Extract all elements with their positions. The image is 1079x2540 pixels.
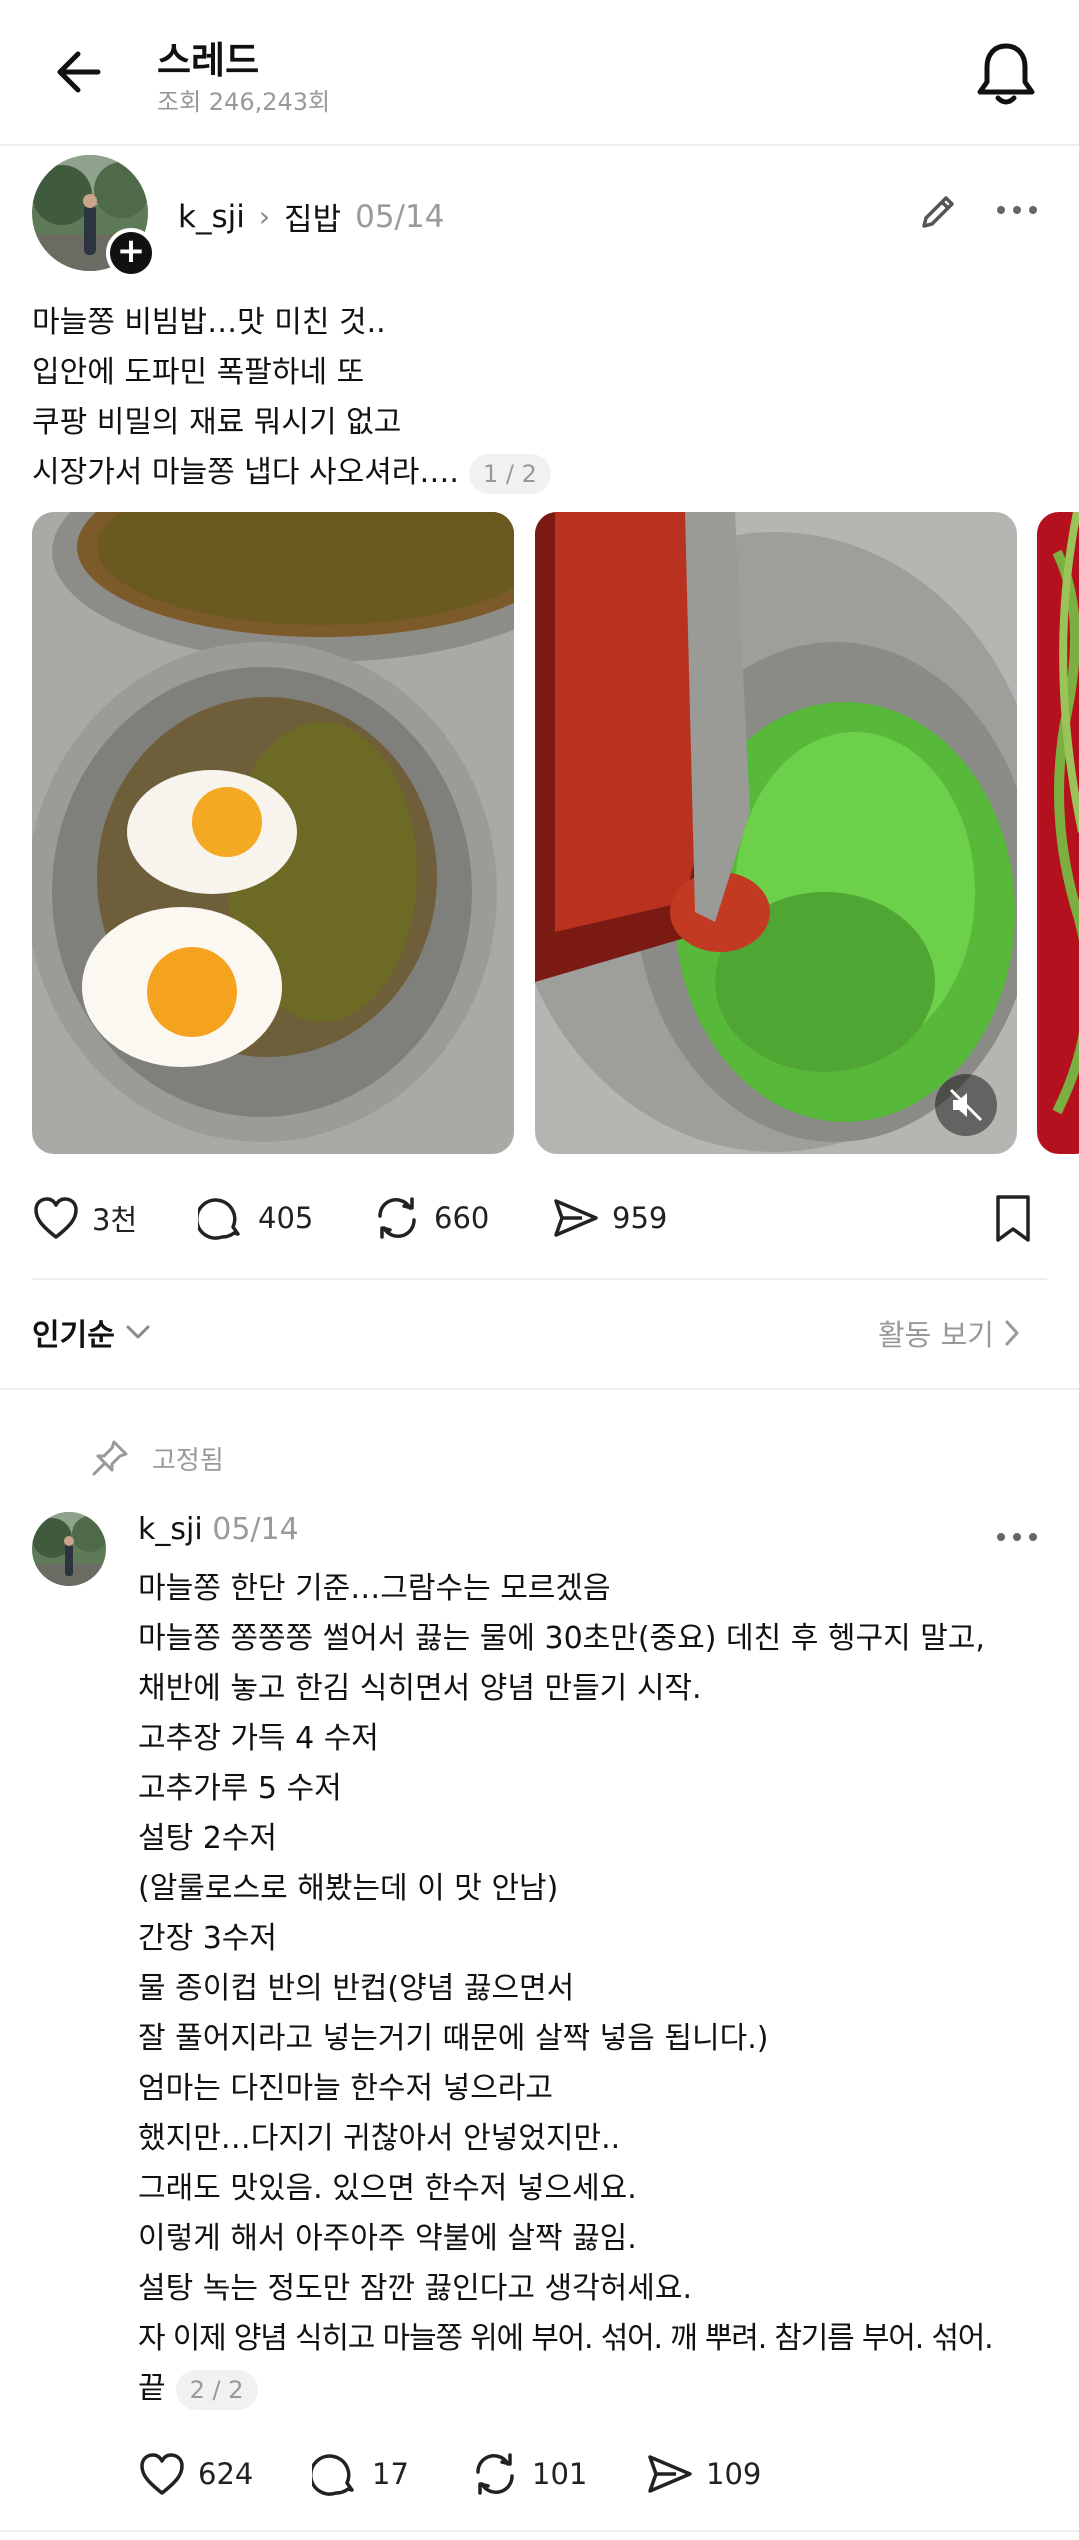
post-line: 시장가서 마늘쫑 냅다 사오셔라…. 1 / 2 [32,448,1052,498]
topic-tag[interactable]: 집밥 [284,194,341,239]
speech-bubble-icon [312,2454,354,2496]
activity-label: 활동 보기 [878,1318,994,1352]
post-body: 마늘쫑 비빔밥…맛 미친 것.. 입안에 도파민 폭팔하네 또 쿠팡 비밀의 재… [32,298,1052,498]
share-count: 959 [612,1201,668,1235]
back-arrow-icon[interactable] [52,44,108,100]
comment-line: 엄마는 다진마늘 한수저 넣으라고 [138,2071,554,2106]
comment-line: (알룰로스로 해봤는데 이 맛 안남) [138,1871,559,1906]
pin-icon [92,1440,128,1476]
bell-icon[interactable] [974,40,1038,108]
comment-line: 자 이제 양념 식히고 마늘쫑 위에 부어. 섞어. 깨 뿌려. 참기름 부어.… [138,2321,994,2356]
reply-button[interactable]: 17 [312,2446,409,2502]
pencil-icon[interactable] [916,190,960,234]
repost-icon [476,2453,514,2495]
send-icon [554,1199,598,1237]
post-video-2[interactable] [535,512,1017,1154]
send-icon [648,2455,692,2493]
page-indicator: 1 / 2 [468,453,551,494]
like-count: 624 [198,2457,254,2491]
more-options-icon[interactable] [995,195,1039,225]
sort-label: 인기순 [32,1318,115,1353]
repost-button[interactable]: 660 [372,1190,489,1246]
follow-plus-button[interactable]: + [106,228,156,278]
page-indicator: 2 / 2 [175,2369,258,2410]
reply-count: 17 [372,2457,409,2491]
comment-date: 05/14 [212,1512,299,1547]
comment-body: 마늘쫑 한단 기준…그람수는 모르겠음 마늘쫑 쫑쫑쫑 썰어서 끓는 물에 30… [138,1564,1058,2414]
divider [0,2530,1079,2532]
speech-bubble-icon [198,1198,240,1240]
chevron-down-icon [126,1325,150,1339]
divider [0,1388,1079,1390]
comment-line: 했지만…다지기 귀찮아서 안넣었지만.. [138,2121,621,2156]
sort-dropdown[interactable]: 인기순 [32,1310,151,1354]
comment-line: 간장 3수저 [138,1921,278,1956]
comment-line: 잘 풀어지라고 넣는거기 때문에 살짝 넣음 됩니다.) [138,2021,769,2056]
repost-count: 660 [434,1201,490,1235]
comment-line: 마늘쫑 쫑쫑쫑 썰어서 끓는 물에 30초만(중요) 데친 후 헹구지 말고, [138,1621,985,1656]
comment-line: 물 종이컵 반의 반컵(양념 끓으면서 [138,1971,575,2006]
reply-count: 405 [258,1201,314,1235]
comment-line: 고추가루 5 수저 [138,1771,342,1806]
divider [32,1278,1047,1280]
comment-line: 그래도 맛있음. 있으면 한수저 넣으세요. [138,2171,637,2206]
share-button[interactable]: 959 [552,1190,667,1246]
bookmark-icon[interactable] [993,1193,1033,1245]
view-activity-link[interactable]: 활동 보기 [878,1312,1020,1354]
post-line: 마늘쫑 비빔밥…맛 미친 것.. [32,305,386,340]
repost-button[interactable]: 101 [470,2446,587,2502]
post-image-3[interactable] [1037,512,1079,1154]
heart-icon [34,1197,78,1239]
like-button[interactable]: 3천 [32,1190,137,1246]
more-options-icon[interactable] [995,1522,1039,1552]
heart-icon [140,2453,184,2495]
share-button[interactable]: 109 [646,2446,761,2502]
post-date: 05/14 [355,198,445,235]
pinned-indicator: 고정됨 [90,1438,224,1478]
comment-line: 채반에 놓고 한김 식히면서 양념 만들기 시작. [138,1671,702,1706]
comment-line: 이렇게 해서 아주아주 약불에 살짝 끓임. [138,2221,637,2256]
avatar[interactable] [32,1512,106,1586]
post-line: 입안에 도파민 폭팔하네 또 [32,355,365,390]
page-title: 스레드 [157,39,260,82]
like-count: 3천 [92,1203,138,1237]
top-app-bar: 스레드 조회 246,243회 [0,0,1079,146]
like-button[interactable]: 624 [138,2446,253,2502]
post-image-1[interactable] [32,512,514,1154]
repost-count: 101 [532,2457,588,2491]
view-count: 조회 246,243회 [157,88,331,116]
chevron-right-icon [1005,1320,1019,1346]
comment-line: 끝2 / 2 [138,2364,1058,2414]
comment-meta: k_sji 05/14 [138,1512,299,1547]
reply-button[interactable]: 405 [198,1190,313,1246]
comment-line: 설탕 녹는 정도만 잠깐 끓인다고 생각허세요. [138,2271,693,2306]
share-count: 109 [706,2457,762,2491]
repost-icon [378,1197,416,1239]
username[interactable]: k_sji [138,1512,203,1547]
chevron-right-icon: › [258,200,271,233]
username[interactable]: k_sji [178,199,245,235]
comment-line: 마늘쫑 한단 기준…그람수는 모르겠음 [138,1571,611,1606]
post-meta: k_sji › 집밥 05/14 [178,194,444,239]
post-line: 쿠팡 비밀의 재료 뭐시기 없고 [32,405,402,440]
comment-line: 고추장 가득 4 수저 [138,1721,379,1756]
comment-line: 설탕 2수저 [138,1821,278,1856]
pinned-label: 고정됨 [152,1445,224,1476]
muted-speaker-icon[interactable] [935,1074,997,1136]
